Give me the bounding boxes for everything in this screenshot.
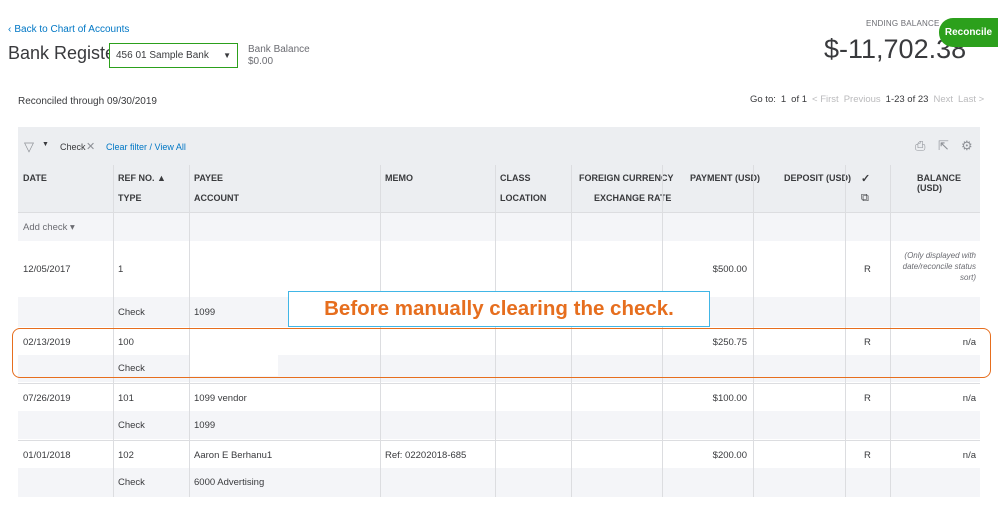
row-date: 01/01/2018 (23, 450, 71, 461)
last-page-link[interactable]: Last > (958, 94, 984, 105)
print-icon[interactable]: ⎙ (915, 138, 925, 154)
goto-label: Go to: (750, 94, 776, 105)
row-payment: $500.00 (712, 264, 747, 275)
table-row-sub[interactable]: Check 6000 Advertising (18, 468, 980, 497)
clear-filter-link[interactable]: Clear filter / View All (106, 142, 186, 152)
reconcile-button[interactable]: Reconcile (939, 18, 998, 47)
row-memo: Ref: 02202018-685 (385, 450, 467, 461)
col-deposit[interactable]: DEPOSIT (USD) (784, 173, 851, 183)
col-memo[interactable]: MEMO (385, 173, 413, 183)
row-status[interactable]: R (864, 264, 871, 275)
gear-icon[interactable]: ⚙ (961, 138, 973, 154)
col-payment[interactable]: PAYMENT (USD) (690, 173, 760, 183)
bank-balance-label: Bank Balance (248, 44, 310, 55)
row-ref: 1 (118, 264, 124, 275)
filter-bar: ▽ ▼ Check ✕ Clear filter / View All ⎙ ⇱ … (18, 127, 980, 165)
row-ref: 102 (118, 450, 134, 461)
ending-balance-label: ENDING BALANCE (866, 19, 940, 28)
row-status[interactable]: R (864, 393, 871, 404)
col-payee[interactable]: PAYEE (194, 173, 223, 183)
next-page-link[interactable]: Next (933, 94, 953, 105)
row-payee: Aaron E Berhanu1 (194, 450, 273, 461)
account-select-value: 456 01 Sample Bank (116, 50, 209, 61)
account-select[interactable]: 456 01 Sample Bank ▼ (109, 43, 238, 68)
row-payment: $200.00 (712, 450, 747, 461)
col-exchange-rate[interactable]: EXCHANGE RATE (594, 193, 671, 203)
row-status[interactable]: R (864, 450, 871, 461)
row-account: 1099 (194, 420, 216, 431)
col-account[interactable]: ACCOUNT (194, 193, 239, 203)
add-check-row: Add check ▾ (18, 212, 980, 242)
row-payee: 1099 vendor (194, 393, 247, 404)
table-row[interactable]: 12/05/2017 1 $500.00 R (Only displayed w… (18, 241, 980, 297)
caret-down-icon: ▼ (223, 51, 231, 60)
back-link-label: Back to Chart of Accounts (14, 24, 130, 35)
col-foreign-currency[interactable]: FOREIGN CURRENCY (579, 173, 674, 183)
table-row[interactable]: 01/01/2018 102 Aaron E Berhanu1 Ref: 022… (18, 440, 980, 469)
row-type: Check (118, 420, 145, 431)
col-date[interactable]: DATE (23, 173, 47, 183)
annotation-callout: Before manually clearing the check. (288, 291, 710, 327)
col-class[interactable]: CLASS (500, 173, 531, 183)
previous-page-link[interactable]: Previous (844, 94, 881, 105)
row-balance: n/a (962, 393, 976, 404)
highlight-box (12, 328, 991, 378)
row-date: 12/05/2017 (23, 264, 71, 275)
reconciled-through-text: Reconciled through 09/30/2019 (18, 96, 157, 107)
row-ref: 101 (118, 393, 134, 404)
row-balance: n/a (962, 450, 976, 461)
pagination: Go to: 1 of 1 < First Previous 1-23 of 2… (750, 94, 984, 105)
row-payment: $100.00 (712, 393, 747, 404)
row-balance: (Only displayed with date/reconcile stat… (902, 251, 976, 282)
back-to-chart-of-accounts-link[interactable]: ‹ Back to Chart of Accounts (8, 24, 129, 35)
filter-caret-icon[interactable]: ▼ (42, 141, 49, 148)
filter-tag: Check (60, 142, 86, 152)
page-range: 1-23 of 23 (885, 94, 929, 105)
col-ref[interactable]: REF NO. ▲ (118, 173, 166, 183)
add-check-button[interactable]: Add check ▾ (23, 222, 75, 233)
col-balance[interactable]: BALANCE (USD) (917, 173, 980, 193)
page-of-label: of 1 (791, 94, 808, 105)
page-input[interactable]: 1 (781, 94, 786, 105)
row-date: 07/26/2019 (23, 393, 71, 404)
row-type: Check (118, 307, 145, 318)
page-title: Bank Register (8, 43, 122, 63)
table-row-sub[interactable]: Check 1099 (18, 411, 980, 439)
row-account: 6000 Advertising (194, 477, 265, 488)
col-reconcile-status[interactable]: ✓ (861, 172, 870, 185)
row-account: 1099 (194, 307, 216, 318)
row-type: Check (118, 477, 145, 488)
remove-filter-icon[interactable]: ✕ (86, 140, 95, 153)
col-location[interactable]: LOCATION (500, 193, 546, 203)
table-header: DATE REF NO. ▲ TYPE PAYEE ACCOUNT MEMO C… (18, 165, 980, 212)
table-row[interactable]: 07/26/2019 101 1099 vendor $100.00 R n/a (18, 383, 980, 412)
export-icon[interactable]: ⇱ (938, 138, 949, 154)
bank-balance-value: $0.00 (248, 56, 274, 67)
chevron-left-icon: ‹ (8, 24, 12, 35)
filter-icon[interactable]: ▽ (24, 139, 34, 155)
bank-balance: Bank Balance $0.00 (248, 44, 310, 68)
first-page-link[interactable]: < First (812, 94, 839, 105)
col-type[interactable]: TYPE (118, 193, 142, 203)
copy-icon[interactable]: ⧉ (861, 192, 869, 205)
